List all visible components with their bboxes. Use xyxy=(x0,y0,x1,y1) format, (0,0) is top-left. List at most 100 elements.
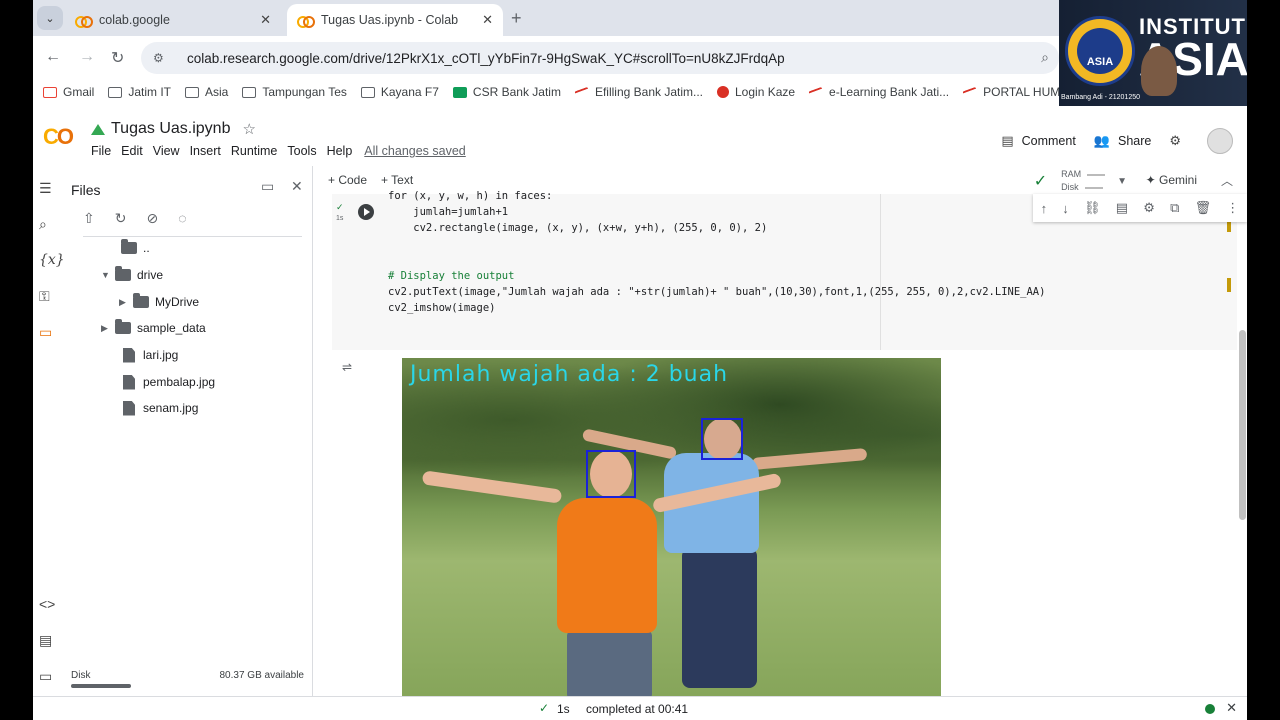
link-icon[interactable]: ⛓ xyxy=(1084,200,1101,216)
add-code-button[interactable]: + Code xyxy=(328,173,367,187)
upload-icon[interactable]: ⇧ xyxy=(83,210,95,227)
close-icon[interactable]: ✕ xyxy=(1226,700,1237,716)
tree-item-drive[interactable]: ▼ drive xyxy=(101,265,163,285)
colab-header: CO Tugas Uas.ipynb ☆ File Edit View Inse… xyxy=(33,112,1247,166)
menu-view[interactable]: View xyxy=(153,144,180,158)
comment-label: Comment xyxy=(1021,134,1076,148)
notebook-title[interactable]: Tugas Uas.ipynb xyxy=(111,120,230,138)
menu-tools[interactable]: Tools xyxy=(287,144,316,158)
bookmark-tampungan-tes[interactable]: Tampungan Tes xyxy=(242,85,347,99)
address-bar[interactable]: ⚙ colab.research.google.com/drive/12PkrX… xyxy=(141,42,1059,74)
open-in-tab-icon[interactable]: ▭ xyxy=(261,178,274,195)
move-down-icon[interactable]: ↓ xyxy=(1062,201,1069,216)
disk-label: Disk xyxy=(71,670,91,681)
toc-icon[interactable]: ☰ xyxy=(39,180,52,197)
seal-text: ASIA xyxy=(1077,28,1123,74)
tab-colab-google[interactable]: colab.google ✕ xyxy=(65,4,281,36)
close-tab-icon[interactable]: ✕ xyxy=(260,12,271,28)
bookmark-kayana[interactable]: Kayana F7 xyxy=(360,85,439,99)
scroll-marker xyxy=(1227,278,1231,292)
code-line: cv2.putText(image,"Jumlah wajah ada : "+… xyxy=(388,286,1046,298)
runtime-dropdown-icon[interactable]: ▼ xyxy=(1117,176,1127,187)
file-icon xyxy=(123,374,135,390)
avatar[interactable] xyxy=(1207,128,1233,154)
comment-icon[interactable]: ▤ xyxy=(1116,200,1128,216)
save-status[interactable]: All changes saved xyxy=(364,144,465,158)
bookmark-asia[interactable]: Asia xyxy=(185,85,228,99)
delete-icon[interactable]: 🗑 xyxy=(1195,200,1212,216)
caret-down-icon[interactable]: ▼ xyxy=(101,270,115,280)
tab-search-button[interactable]: ⌄ xyxy=(37,6,63,30)
move-up-icon[interactable]: ↑ xyxy=(1041,201,1048,216)
new-tab-icon[interactable]: + xyxy=(511,8,522,29)
close-tab-icon[interactable]: ✕ xyxy=(482,12,493,28)
connection-indicator xyxy=(1205,704,1215,714)
bookmark-jatim-it[interactable]: Jatim IT xyxy=(108,85,171,99)
site-info-icon[interactable]: ⚙ xyxy=(153,51,173,65)
colab-logo[interactable]: CO xyxy=(43,124,74,150)
add-text-button[interactable]: + Text xyxy=(381,173,413,187)
refresh-icon[interactable]: ↻ xyxy=(115,210,127,227)
run-cell-button[interactable] xyxy=(358,204,374,220)
forward-icon[interactable]: → xyxy=(79,48,95,66)
chevron-up-icon[interactable]: ︿ xyxy=(1221,172,1233,189)
tree-item-mydrive[interactable]: ▶ MyDrive xyxy=(119,292,199,312)
star-icon[interactable]: ☆ xyxy=(242,120,255,138)
mirror-cell-icon[interactable]: ⧉ xyxy=(1170,200,1179,216)
caret-right-icon[interactable]: ▶ xyxy=(101,323,115,334)
command-palette-icon[interactable]: ▤ xyxy=(39,632,52,649)
comment-button[interactable]: ▤ Comment xyxy=(1001,133,1075,149)
tree-item-file[interactable]: lari.jpg xyxy=(123,345,178,365)
person-woman xyxy=(557,498,657,633)
folder-icon[interactable]: ▭ xyxy=(39,324,52,341)
output-actions-icon[interactable]: ⇌ xyxy=(342,360,352,374)
terminal-icon[interactable]: ▭ xyxy=(39,668,52,685)
gear-icon[interactable]: ⚙ xyxy=(1143,200,1155,216)
close-icon[interactable]: ✕ xyxy=(291,178,303,195)
settings-button[interactable]: ⚙ xyxy=(1169,133,1189,149)
bookmark-gmail[interactable]: Gmail xyxy=(43,85,94,99)
tree-item-parent[interactable]: .. xyxy=(107,238,150,258)
code-editor[interactable]: for (x, y, w, h) in faces: jumlah=jumlah… xyxy=(388,188,1045,316)
scrollbar[interactable] xyxy=(1239,330,1246,520)
bookmark-elearning[interactable]: e-Learning Bank Jati... xyxy=(808,85,949,99)
caret-right-icon[interactable]: ▶ xyxy=(119,297,133,308)
back-icon[interactable]: ← xyxy=(45,48,61,66)
code-snippets-icon[interactable]: <> xyxy=(39,596,55,612)
gemini-button[interactable]: ✦ Gemini xyxy=(1146,173,1197,187)
variables-icon[interactable]: {x} xyxy=(39,252,65,268)
bookmark-csr-bank-jatim[interactable]: CSR Bank Jatim xyxy=(452,85,561,99)
output-image: Jumlah wajah ada : 2 buah xyxy=(402,358,941,696)
share-button[interactable]: 👥 Share xyxy=(1094,133,1152,149)
tree-item-file[interactable]: pembalap.jpg xyxy=(123,372,215,392)
tree-item-file[interactable]: senam.jpg xyxy=(123,398,198,418)
disk-usage: Disk 80.37 GB available xyxy=(71,670,304,688)
unmount-drive-icon[interactable]: ⊘ xyxy=(146,210,158,227)
notebook-title-row: Tugas Uas.ipynb ☆ xyxy=(91,120,256,138)
kaze-icon xyxy=(717,86,729,98)
more-icon[interactable]: ⋮ xyxy=(1226,200,1239,216)
tab-tugas-uas[interactable]: Tugas Uas.ipynb - Colab ✕ xyxy=(287,4,503,36)
menu-file[interactable]: File xyxy=(91,144,111,158)
bookmark-efilling[interactable]: Efilling Bank Jatim... xyxy=(574,85,703,99)
reload-icon[interactable]: ↻ xyxy=(111,48,124,68)
menu-edit[interactable]: Edit xyxy=(121,144,143,158)
zoom-icon[interactable]: ⌕ xyxy=(1041,49,1049,66)
search-icon[interactable]: ⌕ xyxy=(39,216,47,233)
code-line: jumlah=jumlah+1 xyxy=(388,206,509,218)
menu-runtime[interactable]: Runtime xyxy=(231,144,278,158)
bookmark-label: Asia xyxy=(205,85,229,99)
institution-seal: ASIA xyxy=(1065,16,1135,86)
menu-insert[interactable]: Insert xyxy=(190,144,221,158)
bookmark-label: Login Kaze xyxy=(735,85,796,99)
bookmark-login-kaze[interactable]: Login Kaze xyxy=(717,85,795,99)
bookmark-label: Kayana F7 xyxy=(380,85,439,99)
hide-files-icon[interactable]: ◌ xyxy=(178,210,186,227)
runtime-status[interactable]: ✓ RAM Disk ▼ xyxy=(1034,168,1127,194)
menu-help[interactable]: Help xyxy=(327,144,353,158)
files-toolbar: ⇧ ↻ ⊘ ◌ xyxy=(83,210,207,227)
tree-item-sample-data[interactable]: ▶ sample_data xyxy=(101,318,206,338)
key-icon[interactable]: ⚿ xyxy=(39,288,50,305)
people-icon: 👥 xyxy=(1093,133,1110,148)
folder-icon xyxy=(115,266,131,281)
